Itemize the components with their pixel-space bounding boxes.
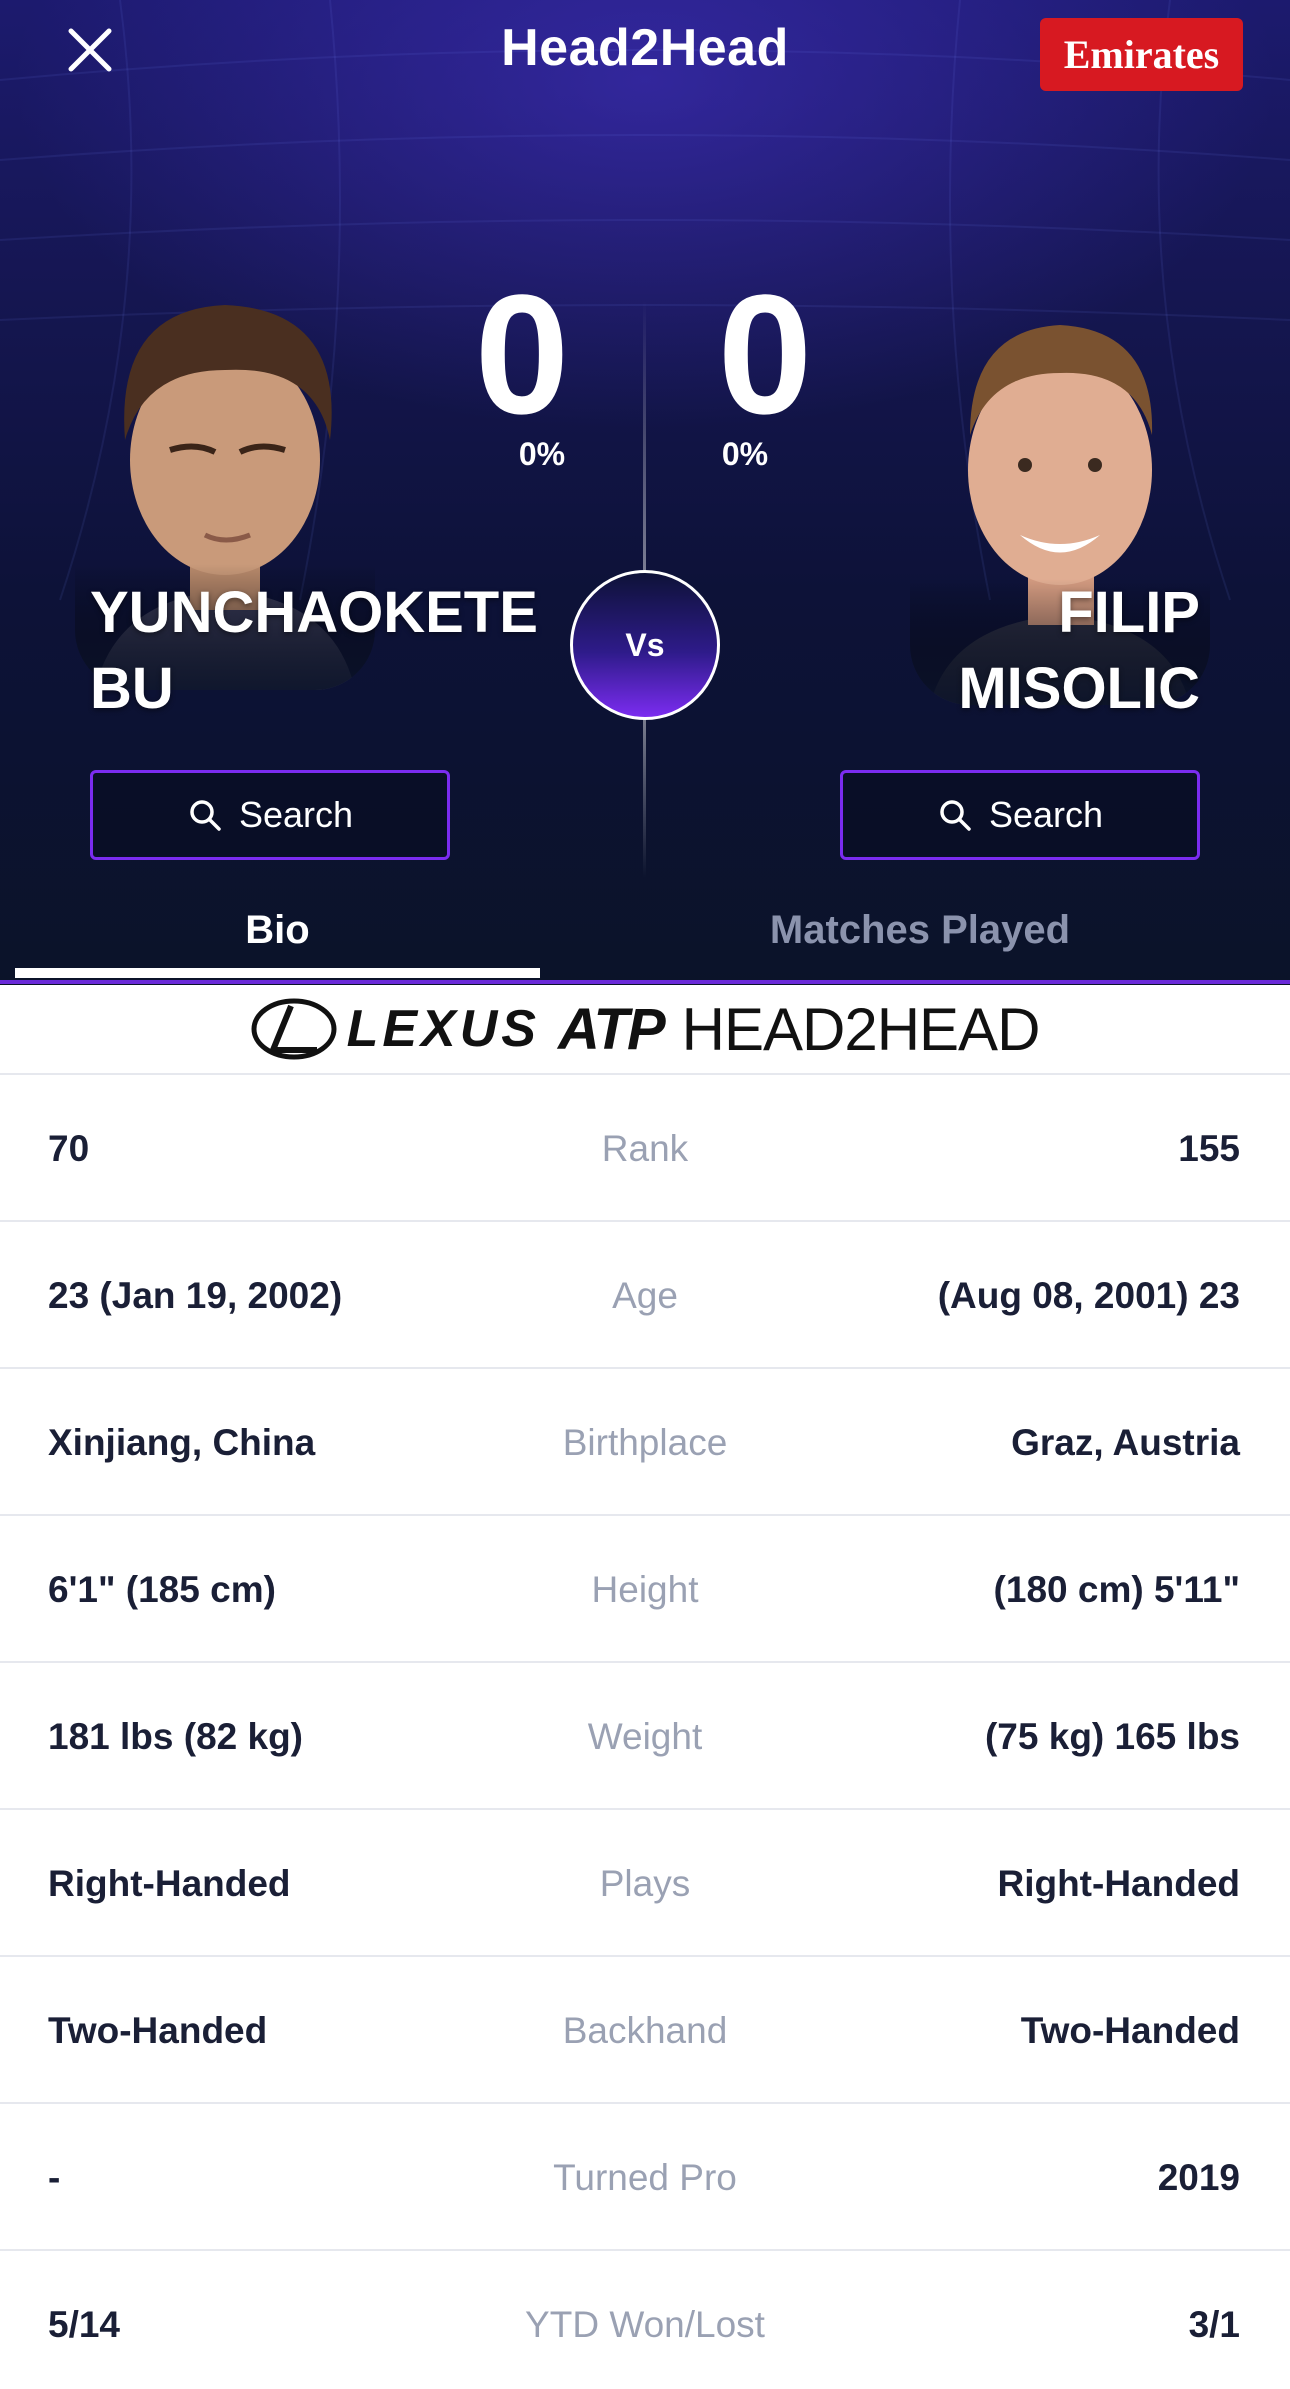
- player-left-wins: 0: [474, 260, 570, 450]
- search-label: Search: [988, 794, 1104, 835]
- player-right-search-button[interactable]: Search: [840, 770, 1200, 860]
- vs-badge: Vs: [570, 570, 720, 720]
- stat-right-value: 3/1: [1188, 2303, 1240, 2345]
- stat-row-height: 6'1" (185 cm) Height (180 cm) 5'11": [0, 1516, 1290, 1663]
- stat-row-ytd-won-lost: 5/14 YTD Won/Lost 3/1: [0, 2251, 1290, 2389]
- stat-right-value: (Aug 08, 2001) 23: [937, 1274, 1240, 1316]
- page-title: Head2Head: [501, 19, 789, 77]
- stat-row-plays: Right-Handed Plays Right-Handed: [0, 1810, 1290, 1957]
- head2head-wordmark: HEAD2HEAD: [681, 995, 1041, 1063]
- stat-row-backhand: Two-Handed Backhand Two-Handed: [0, 1957, 1290, 2104]
- stat-right-value: 2019: [1157, 2156, 1240, 2198]
- tab-bar-border: [0, 980, 1290, 984]
- lexus-wordmark: LEXUS: [346, 1000, 540, 1058]
- player-right-win-pct: 0%: [721, 436, 769, 472]
- player-right-wins: 0: [717, 260, 813, 450]
- center-divider: [643, 718, 646, 878]
- stat-row-weight: 181 lbs (82 kg) Weight (75 kg) 165 lbs: [0, 1663, 1290, 1810]
- player-right-name[interactable]: FILIP MISOLIC: [800, 575, 1200, 727]
- tab-matches-played[interactable]: Matches Played: [660, 880, 1180, 980]
- tab-bio[interactable]: Bio: [15, 880, 540, 980]
- player-left-name[interactable]: YUNCHAOKETE BU: [90, 575, 538, 727]
- bio-stats-table: 70 Rank 155 23 (Jan 19, 2002) Age (Aug 0…: [0, 1075, 1290, 2389]
- stat-row-turned-pro: - Turned Pro 2019: [0, 2104, 1290, 2251]
- lexus-atp-head2head-banner: LEXUS ATP HEAD2HEAD: [0, 985, 1290, 1075]
- stat-right-value: 155: [1178, 1127, 1240, 1169]
- stat-row-rank: 70 Rank 155: [0, 1075, 1290, 1222]
- player-left-search-button[interactable]: Search: [90, 770, 450, 860]
- stat-row-birthplace: Xinjiang, China Birthplace Graz, Austria: [0, 1369, 1290, 1516]
- stat-row-age: 23 (Jan 19, 2002) Age (Aug 08, 2001) 23: [0, 1222, 1290, 1369]
- player-right-name-line1: FILIP: [1058, 580, 1200, 645]
- close-button[interactable]: [54, 14, 126, 86]
- lexus-emblem-icon: [251, 998, 337, 1060]
- stat-right-value: Graz, Austria: [1011, 1421, 1240, 1463]
- search-label: Search: [238, 794, 354, 835]
- sponsor-logo: Emirates: [1040, 18, 1243, 91]
- stat-right-value: Two-Handed: [1020, 2009, 1240, 2051]
- stat-right-value: Right-Handed: [997, 1862, 1240, 1904]
- player-left-name-line1: YUNCHAOKETE: [90, 580, 538, 645]
- stat-right-value: (180 cm) 5'11": [993, 1568, 1240, 1610]
- search-icon: [190, 800, 221, 831]
- hero-header: Head2Head Emirates 0 0 0% 0% Vs YUNCHAOK…: [0, 0, 1290, 985]
- tab-bar: Bio Matches Played: [0, 880, 1290, 985]
- active-tab-indicator: [15, 968, 540, 978]
- player-left-name-line2: BU: [90, 656, 174, 721]
- center-divider: [643, 300, 646, 570]
- close-icon: [68, 28, 112, 72]
- lexus-logo: LEXUS: [251, 998, 540, 1060]
- search-icon: [940, 800, 971, 831]
- player-left-win-pct: 0%: [518, 436, 566, 472]
- stat-right-value: (75 kg) 165 lbs: [984, 1715, 1240, 1757]
- atp-logo: ATP: [557, 996, 666, 1062]
- player-right-name-line2: MISOLIC: [958, 656, 1200, 721]
